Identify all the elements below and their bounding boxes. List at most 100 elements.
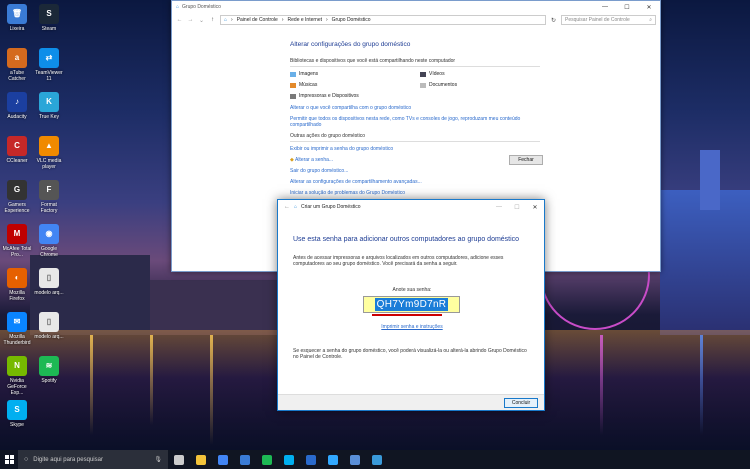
close-button[interactable]: ✕: [638, 1, 660, 13]
documents-icon: [420, 82, 426, 88]
minimize-button[interactable]: —: [594, 1, 616, 13]
desktop-icon-label: aTube Catcher: [8, 70, 26, 82]
desktop-icon[interactable]: ✉ Mozilla Thunderbird: [2, 312, 32, 346]
back-arrow-icon[interactable]: ←: [284, 204, 290, 210]
taskbar-file-explorer-icon[interactable]: [190, 450, 212, 469]
desktop-icon[interactable]: S Steam: [34, 4, 64, 32]
desktop-icon-label: VLC media player: [36, 158, 62, 170]
taskbar-spotify-icon[interactable]: [256, 450, 278, 469]
desktop-icon[interactable]: M McAfee Total Pro...: [2, 224, 32, 258]
shield-icon: ◆: [290, 157, 294, 163]
desktop-icon[interactable]: C CCleaner: [2, 136, 32, 164]
homegroup-content: Alterar configurações do grupo doméstico…: [290, 41, 540, 201]
skype-icon: [284, 454, 294, 465]
start-button[interactable]: [0, 450, 18, 469]
desktop-icon[interactable]: a aTube Catcher: [2, 48, 32, 82]
microphone-icon[interactable]: 🎙: [154, 456, 162, 463]
leave-homegroup-link[interactable]: Sair do grupo doméstico...: [290, 168, 540, 174]
wallpaper-tower: [700, 150, 720, 210]
forward-arrow-icon[interactable]: →: [187, 17, 194, 23]
taskbar-store-icon[interactable]: [234, 450, 256, 469]
desktop-icon[interactable]: ▯ modelo arq...: [34, 312, 64, 340]
window-controls: — ☐ ✕: [594, 1, 660, 13]
allow-devices-link[interactable]: Permitir que todos os dispositivos nesta…: [290, 116, 535, 128]
desktop-icon[interactable]: ≋ Spotify: [34, 356, 64, 384]
search-input[interactable]: Pesquisar Painel de Controle ⌕: [561, 15, 656, 25]
control-panel-icon: [350, 454, 360, 465]
desktop-icon[interactable]: ▲ VLC media player: [34, 136, 64, 170]
app-icon: N: [7, 356, 27, 376]
taskbar-task-view-icon[interactable]: [168, 450, 190, 469]
change-password-link[interactable]: ◆ Alterar a senha...: [290, 157, 540, 163]
search-icon: ⌕: [649, 17, 652, 23]
change-sharing-link[interactable]: Alterar o que você compartilha com o gru…: [290, 105, 540, 111]
music-icon: [290, 82, 296, 88]
desktop-icon[interactable]: S Skype: [2, 400, 32, 428]
desktop-icon[interactable]: ⇄ TeamViewer 11: [34, 48, 64, 82]
refresh-icon[interactable]: ↻: [550, 17, 557, 24]
app-icon: F: [39, 180, 59, 200]
library-printers: Impressoras e Dispositivos: [290, 93, 420, 99]
homegroup-icon: [372, 454, 382, 465]
dialog-footer-text: Se esquecer a senha do grupo doméstico, …: [293, 348, 527, 360]
spotify-icon: [262, 454, 272, 465]
light-reflection: [150, 335, 153, 425]
breadcrumb[interactable]: ⌂ › Painel de Controle › Rede e Internet…: [220, 15, 546, 25]
breadcrumb-network[interactable]: Rede e Internet: [288, 17, 322, 23]
videos-icon: [420, 71, 426, 77]
taskbar-photoshop-icon[interactable]: [322, 450, 344, 469]
taskbar-control-panel-icon[interactable]: [344, 450, 366, 469]
app-icon: ⇄: [39, 48, 59, 68]
close-button[interactable]: ✕: [526, 200, 544, 214]
desktop-icon[interactable]: ◉ Google Chrome: [34, 224, 64, 258]
taskbar-skype-icon[interactable]: [278, 450, 300, 469]
app-icon: S: [39, 4, 59, 24]
desktop-icon-label: modelo arq...: [34, 290, 64, 296]
password-field[interactable]: QH7Ym9D7nR: [363, 296, 460, 313]
app-icon: a: [7, 48, 27, 68]
print-password-link[interactable]: Imprimir senha e instruções: [278, 324, 546, 330]
app-icon: M: [7, 224, 27, 244]
libraries-section-header: Bibliotecas e dispositivos que você está…: [290, 58, 540, 67]
app-icon: ≋: [39, 356, 59, 376]
desktop-icon-label: Mozilla Firefox: [9, 290, 25, 302]
close-dialog-button[interactable]: Fechar: [509, 155, 543, 165]
desktop-icon[interactable]: N Nvidia GeForce Exp...: [2, 356, 32, 396]
dialog-window-controls: — ☐ ✕: [490, 200, 544, 214]
desktop-icon[interactable]: ♪ Audacity: [2, 92, 32, 120]
back-arrow-icon[interactable]: ←: [176, 17, 183, 23]
taskbar-homegroup-icon[interactable]: [366, 450, 388, 469]
advanced-sharing-link[interactable]: Alterar as configurações de compartilham…: [290, 179, 540, 185]
windows-icon: [4, 455, 14, 464]
minimize-button[interactable]: —: [490, 200, 508, 214]
library-videos: Vídeos: [420, 71, 540, 77]
app-icon: ✉: [7, 312, 27, 332]
recent-chevron-icon[interactable]: ⌄: [198, 17, 205, 24]
maximize-button[interactable]: ☐: [508, 200, 526, 214]
troubleshoot-link[interactable]: Iniciar a solução de problemas do Grupo …: [290, 190, 540, 196]
window-titlebar: ⌂ Grupo Doméstico: [172, 1, 660, 13]
desktop-icon[interactable]: 🗑 Lixeira: [2, 4, 32, 32]
view-password-link[interactable]: Exibir ou imprimir a senha do grupo domé…: [290, 146, 540, 152]
desktop-icon[interactable]: ◐ Mozilla Firefox: [2, 268, 32, 302]
maximize-button[interactable]: ☐: [616, 1, 638, 13]
finish-button[interactable]: Concluir: [504, 398, 538, 408]
dialog-title: Criar um Grupo Doméstico: [301, 204, 361, 210]
desktop-icon-label: Format Factory: [40, 202, 58, 214]
breadcrumb-control-panel[interactable]: Painel de Controle: [237, 17, 278, 23]
desktop-icon[interactable]: G Gamers Experience: [2, 180, 32, 214]
light-reflection: [90, 335, 93, 435]
taskbar: ○ Digite aqui para pesquisar 🎙: [0, 450, 750, 469]
desktop-icon[interactable]: ▯ modelo arq...: [34, 268, 64, 296]
app-icon: ▲: [39, 136, 59, 156]
breadcrumb-homegroup[interactable]: Grupo Doméstico: [332, 17, 371, 23]
desktop-icon[interactable]: F Format Factory: [34, 180, 64, 214]
taskbar-photos-icon[interactable]: [300, 450, 322, 469]
desktop-icon[interactable]: K True Key: [34, 92, 64, 120]
up-arrow-icon[interactable]: ↑: [209, 17, 216, 23]
taskbar-search-input[interactable]: ○ Digite aqui para pesquisar 🎙: [18, 450, 168, 469]
desktop-icon-label: CCleaner: [6, 158, 28, 164]
desktop-icon-label: Gamers Experience: [4, 202, 30, 214]
other-actions-header: Outras ações do grupo doméstico: [290, 133, 540, 142]
taskbar-chrome-icon[interactable]: [212, 450, 234, 469]
